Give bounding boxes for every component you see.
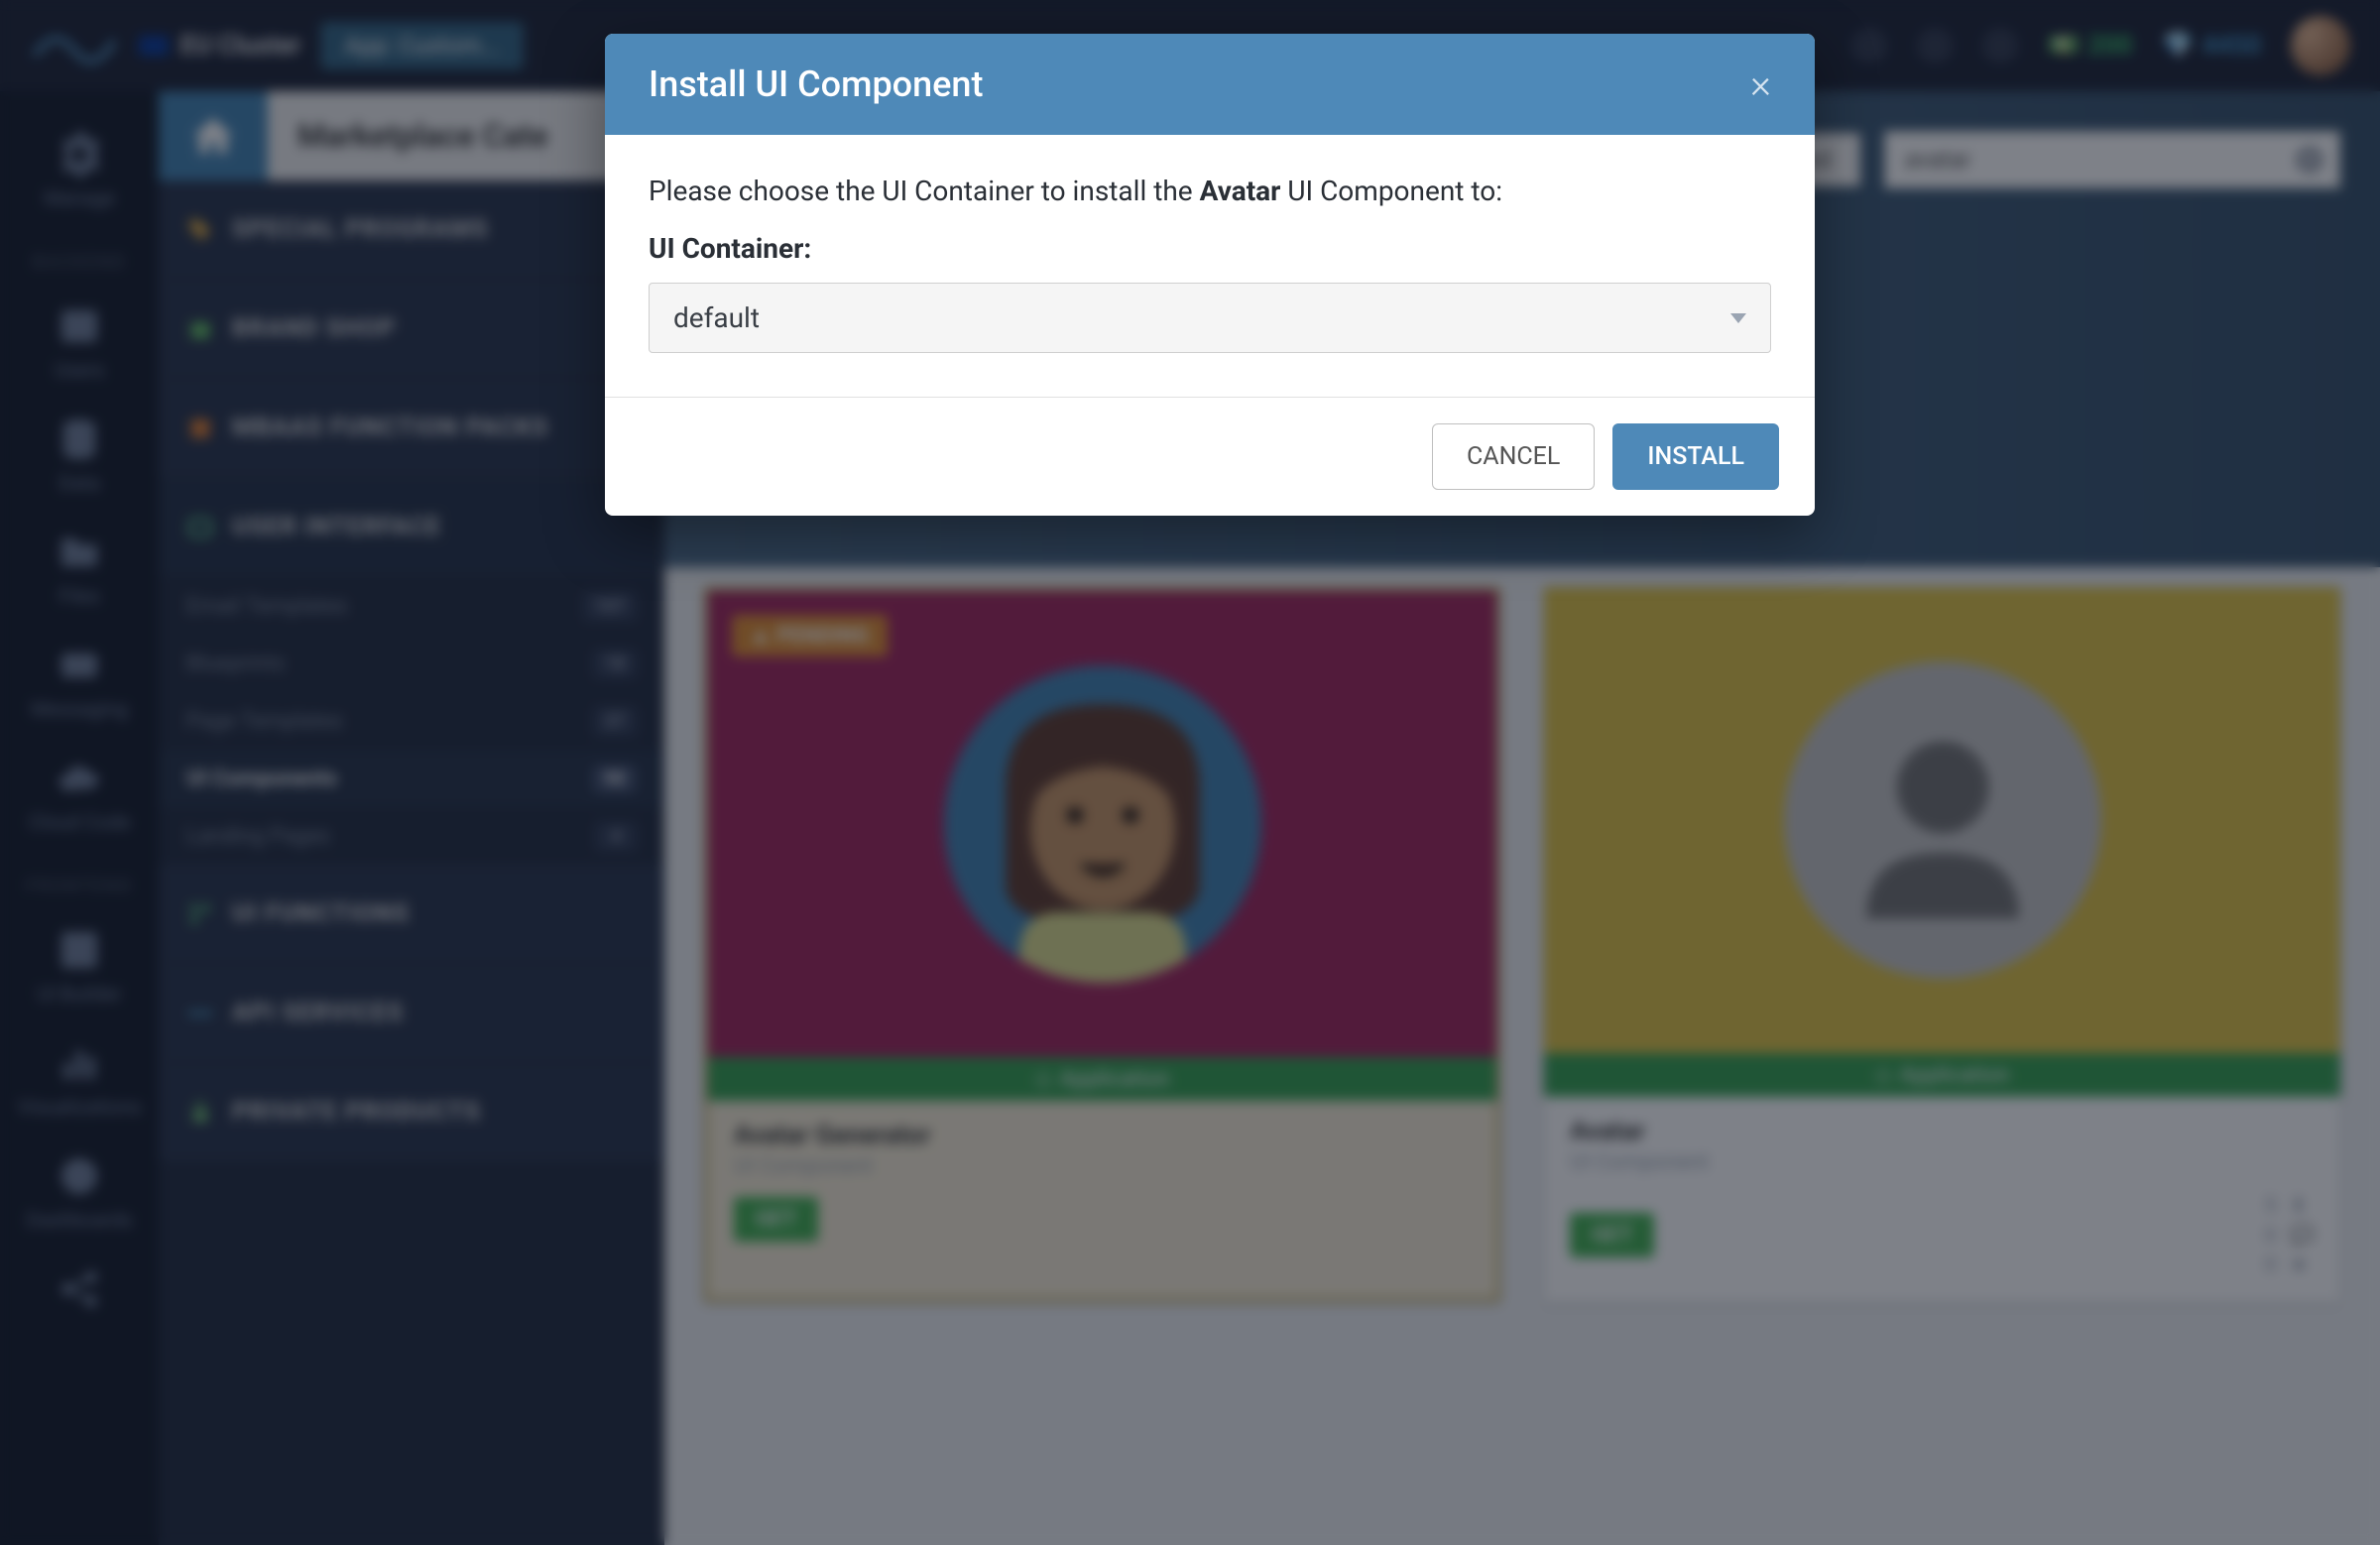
select-value: default <box>673 301 760 334</box>
install-button[interactable]: INSTALL <box>1612 423 1779 490</box>
cancel-button[interactable]: CANCEL <box>1432 423 1595 490</box>
modal-footer: CANCEL INSTALL <box>605 397 1815 516</box>
container-label: UI Container: <box>649 232 1771 265</box>
close-icon[interactable]: × <box>1750 64 1771 104</box>
install-modal: Install UI Component × Please choose the… <box>605 34 1815 516</box>
chevron-down-icon <box>1730 313 1746 323</box>
container-select[interactable]: default <box>649 283 1771 353</box>
modal-prompt: Please choose the UI Container to instal… <box>649 171 1771 212</box>
modal-title: Install UI Component <box>649 63 983 105</box>
modal-header: Install UI Component × <box>605 34 1815 135</box>
app-root: EU Cluster App: Custom... 💵 200 💎 4450 M… <box>0 0 2380 1545</box>
modal-body: Please choose the UI Container to instal… <box>605 135 1815 397</box>
